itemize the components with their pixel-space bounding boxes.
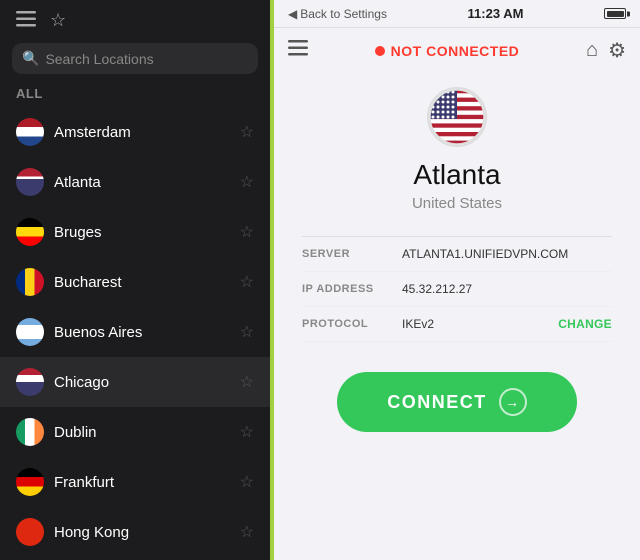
left-header-icons: ☆: [16, 10, 66, 31]
home-icon[interactable]: ⌂: [586, 39, 598, 62]
time-display: 11:23 AM: [468, 6, 524, 21]
search-icon: 🔍: [22, 50, 39, 67]
location-item-chicago[interactable]: Chicago ☆: [0, 357, 270, 407]
search-placeholder: Search Locations: [45, 51, 153, 67]
protocol-value: IKEv2: [402, 317, 548, 331]
location-name-bucharest: Bucharest: [54, 274, 230, 291]
location-name-chicago: Chicago: [54, 374, 230, 391]
battery-icon: [604, 8, 626, 19]
connect-label: CONNECT: [387, 392, 487, 413]
flag-atlanta: [16, 168, 44, 196]
gear-icon[interactable]: ⚙: [608, 38, 626, 63]
protocol-row: PROTOCOL IKEv2 CHANGE: [302, 307, 612, 342]
status-row: NOT CONNECTED ⌂ ⚙: [274, 28, 640, 67]
hamburger-icon[interactable]: [288, 40, 308, 61]
location-name-buenosaires: Buenos Aires: [54, 324, 230, 341]
status-text: NOT CONNECTED: [391, 43, 520, 59]
connect-arrow-icon: →: [499, 388, 527, 416]
battery-area: [604, 8, 626, 19]
location-list: Amsterdam☆Atlanta☆Bruges☆Bucharest☆Bueno…: [0, 107, 270, 560]
star-chicago[interactable]: ☆: [240, 372, 254, 392]
right-icons: ⌂ ⚙: [586, 38, 626, 63]
left-panel: ☆ 🔍 Search Locations ALL Amsterdam☆Atlan…: [0, 0, 270, 560]
back-label: Back to Settings: [300, 7, 387, 21]
flag-frankfurt: [16, 468, 44, 496]
location-item-bucharest[interactable]: Bucharest ☆: [0, 257, 270, 307]
status-dot: [375, 46, 385, 56]
ip-value: 45.32.212.27: [402, 282, 612, 296]
right-content: Atlanta United States SERVER ATLANTA1.UN…: [274, 67, 640, 560]
change-protocol-button[interactable]: CHANGE: [558, 317, 612, 331]
connect-button[interactable]: CONNECT →: [337, 372, 577, 432]
info-table: SERVER ATLANTA1.UNIFIEDVPN.COM IP ADDRES…: [302, 236, 612, 342]
location-item-amsterdam[interactable]: Amsterdam ☆: [0, 107, 270, 157]
location-name-dublin: Dublin: [54, 424, 230, 441]
top-bar: ◀ Back to Settings 11:23 AM: [274, 0, 640, 28]
star-bruges[interactable]: ☆: [240, 222, 254, 242]
ip-label: IP ADDRESS: [302, 283, 392, 295]
location-name-atlanta: Atlanta: [54, 174, 230, 191]
flag-chicago: [16, 368, 44, 396]
city-name: Atlanta: [413, 159, 500, 191]
star-dublin[interactable]: ☆: [240, 422, 254, 442]
location-item-dublin[interactable]: Dublin ☆: [0, 407, 270, 457]
battery-fill: [607, 11, 624, 17]
location-item-atlanta[interactable]: Atlanta ☆: [0, 157, 270, 207]
search-bar[interactable]: 🔍 Search Locations: [12, 43, 258, 74]
location-name-frankfurt: Frankfurt: [54, 474, 230, 491]
location-item-frankfurt[interactable]: Frankfurt ☆: [0, 457, 270, 507]
country-name: United States: [412, 195, 502, 212]
server-row: SERVER ATLANTA1.UNIFIEDVPN.COM: [302, 237, 612, 272]
star-atlanta[interactable]: ☆: [240, 172, 254, 192]
star-frankfurt[interactable]: ☆: [240, 472, 254, 492]
star-hongkong[interactable]: ☆: [240, 522, 254, 542]
server-label: SERVER: [302, 248, 392, 260]
flag-bucharest: [16, 268, 44, 296]
right-panel: ◀ Back to Settings 11:23 AM NOT CONNECTE…: [274, 0, 640, 560]
star-bucharest[interactable]: ☆: [240, 272, 254, 292]
flag-dublin: [16, 418, 44, 446]
location-name-bruges: Bruges: [54, 224, 230, 241]
back-button[interactable]: ◀ Back to Settings: [288, 7, 387, 21]
protocol-label: PROTOCOL: [302, 318, 392, 330]
country-flag: [427, 87, 487, 147]
section-all-label: ALL: [0, 84, 270, 107]
star-amsterdam[interactable]: ☆: [240, 122, 254, 142]
location-item-bruges[interactable]: Bruges ☆: [0, 207, 270, 257]
menu-icon[interactable]: [16, 11, 36, 30]
back-arrow-icon: ◀: [288, 7, 297, 21]
star-buenosaires[interactable]: ☆: [240, 322, 254, 342]
ip-row: IP ADDRESS 45.32.212.27: [302, 272, 612, 307]
location-item-buenosaires[interactable]: Buenos Aires ☆: [0, 307, 270, 357]
flag-buenosaires: [16, 318, 44, 346]
favorites-icon[interactable]: ☆: [50, 10, 66, 31]
server-value: ATLANTA1.UNIFIEDVPN.COM: [402, 247, 612, 261]
flag-hongkong: [16, 518, 44, 546]
location-name-amsterdam: Amsterdam: [54, 124, 230, 141]
flag-amsterdam: [16, 118, 44, 146]
location-name-hongkong: Hong Kong: [54, 524, 230, 541]
location-item-hongkong[interactable]: Hong Kong ☆: [0, 507, 270, 557]
connection-status: NOT CONNECTED: [375, 43, 520, 59]
flag-bruges: [16, 218, 44, 246]
left-header: ☆: [0, 0, 270, 39]
